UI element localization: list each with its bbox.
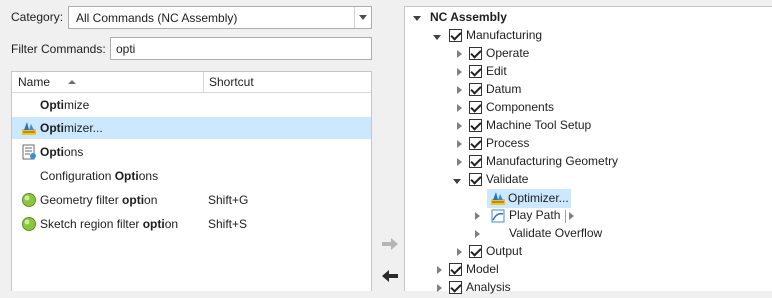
checkbox-checked[interactable]: [469, 65, 482, 78]
green-ball-icon: [21, 216, 37, 232]
collapse-icon[interactable]: [433, 33, 441, 41]
expand-icon[interactable]: [435, 266, 443, 274]
checkbox-checked[interactable]: [469, 245, 482, 258]
checkbox-checked[interactable]: [449, 281, 462, 294]
tree-node-manufacturing-geometry[interactable]: Manufacturing Geometry: [405, 154, 765, 172]
tree-node-nc-assembly[interactable]: NC Assembly: [405, 10, 765, 28]
remove-arrow-icon[interactable]: [378, 266, 402, 286]
optimizer-icon: [21, 120, 37, 136]
collapse-icon[interactable]: [453, 177, 461, 185]
column-header-name[interactable]: Name: [12, 72, 204, 93]
list-item[interactable]: Geometry filter option Shift+G: [12, 189, 371, 211]
list-item[interactable]: Sketch region filter option Shift+S: [12, 213, 371, 235]
checkbox-checked[interactable]: [469, 155, 482, 168]
checkbox-checked[interactable]: [469, 83, 482, 96]
category-label: Category:: [11, 10, 64, 24]
checkbox-checked[interactable]: [469, 119, 482, 132]
sort-ascending-icon: [68, 80, 76, 84]
expand-icon[interactable]: [455, 248, 463, 256]
collapse-icon[interactable]: [413, 14, 421, 22]
optimizer-icon: [490, 190, 506, 209]
checkbox-checked[interactable]: [469, 173, 482, 186]
tree-node-validate[interactable]: Validate: [405, 172, 765, 190]
column-header-shortcut[interactable]: Shortcut: [203, 72, 373, 93]
list-item[interactable]: Optimize: [12, 94, 371, 116]
tree-node-machine-tool-setup[interactable]: Machine Tool Setup: [405, 118, 765, 136]
expand-icon[interactable]: [455, 122, 463, 130]
checkbox-checked[interactable]: [469, 101, 482, 114]
tree-node-optimizer[interactable]: Optimizer...: [487, 189, 571, 208]
list-item-selected[interactable]: Optimizer...: [12, 117, 371, 139]
list-header: Name Shortcut: [12, 72, 371, 93]
tree-node-validate-overflow[interactable]: Validate Overflow: [405, 226, 765, 244]
checkbox-checked[interactable]: [469, 47, 482, 60]
expand-icon[interactable]: [455, 50, 463, 58]
add-arrow-icon[interactable]: [378, 234, 402, 254]
submenu-arrow-icon: [567, 212, 575, 220]
ribbon-tree[interactable]: NC Assembly Manufacturing Operate Edit D…: [404, 6, 772, 294]
expand-icon[interactable]: [455, 68, 463, 76]
list-item[interactable]: Configuration Options: [12, 165, 371, 187]
expand-icon[interactable]: [455, 86, 463, 94]
tree-node-datum[interactable]: Datum: [405, 82, 765, 100]
list-item[interactable]: Options: [12, 141, 371, 163]
options-icon: [21, 144, 37, 160]
filter-label: Filter Commands:: [11, 42, 106, 56]
tree-node-components[interactable]: Components: [405, 100, 765, 118]
category-dropdown[interactable]: All Commands (NC Assembly): [68, 6, 372, 29]
commands-list[interactable]: Name Shortcut Optimize Optimizer... Opti…: [11, 71, 372, 291]
play-path-icon: [490, 208, 506, 227]
expand-icon[interactable]: [473, 230, 481, 238]
tree-node-output[interactable]: Output: [405, 244, 765, 262]
tree-node-manufacturing[interactable]: Manufacturing: [405, 28, 765, 46]
expand-icon[interactable]: [455, 140, 463, 148]
tree-node-play-path[interactable]: Play Path: [405, 208, 765, 226]
tree-node-model[interactable]: Model: [405, 262, 765, 280]
tree-node-process[interactable]: Process: [405, 136, 765, 154]
expand-icon[interactable]: [455, 158, 463, 166]
green-ball-icon: [21, 192, 37, 208]
expand-icon[interactable]: [473, 212, 481, 220]
chevron-down-icon[interactable]: [354, 7, 371, 28]
category-value: All Commands (NC Assembly): [76, 11, 238, 25]
expand-icon[interactable]: [455, 104, 463, 112]
checkbox-checked[interactable]: [449, 263, 462, 276]
tree-node-operate[interactable]: Operate: [405, 46, 765, 64]
checkbox-checked[interactable]: [449, 29, 462, 42]
tree-node-analysis[interactable]: Analysis: [405, 280, 765, 298]
checkbox-checked[interactable]: [469, 137, 482, 150]
tree-node-edit[interactable]: Edit: [405, 64, 765, 82]
filter-commands-input[interactable]: [110, 37, 372, 60]
